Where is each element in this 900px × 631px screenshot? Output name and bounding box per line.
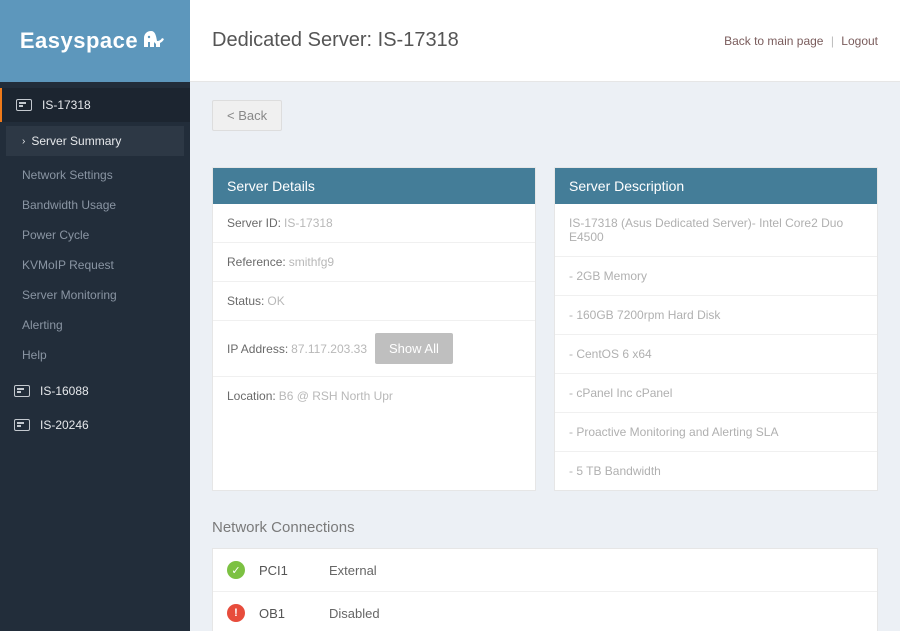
topbar: Dedicated Server: IS-17318 Back to main …	[190, 0, 900, 82]
sidebar-item-label: Server Summary	[31, 134, 121, 148]
sidebar-item-alerting[interactable]: Alerting	[0, 310, 190, 340]
detail-label: Server ID:	[227, 216, 281, 230]
description-line: - Proactive Monitoring and Alerting SLA	[555, 413, 877, 452]
sidebar-section-is-16088[interactable]: IS-16088	[0, 374, 190, 408]
detail-row: Status:OK	[213, 282, 535, 321]
sidebar-section-is-20246[interactable]: IS-20246	[0, 408, 190, 442]
detail-value: 87.117.203.33	[291, 342, 367, 356]
description-line: - 5 TB Bandwidth	[555, 452, 877, 490]
sidebar-item-label: Power Cycle	[22, 228, 89, 242]
detail-label: Reference:	[227, 255, 286, 269]
detail-row: Server ID:IS-17318	[213, 204, 535, 243]
panel-server-details: Server Details Server ID:IS-17318 Refere…	[212, 167, 536, 491]
list-row: ✓ PCI1 External	[213, 549, 877, 592]
sidebar-item-help[interactable]: Help	[0, 340, 190, 370]
panel-body: IS-17318 (Asus Dedicated Server)- Intel …	[555, 204, 877, 490]
sidebar-item-power-cycle[interactable]: Power Cycle	[0, 220, 190, 250]
separator: |	[831, 34, 834, 48]
description-line: - CentOS 6 x64	[555, 335, 877, 374]
main: Dedicated Server: IS-17318 Back to main …	[190, 0, 900, 631]
back-main-link[interactable]: Back to main page	[724, 34, 823, 48]
panel-body: Server ID:IS-17318 Reference:smithfg9 St…	[213, 204, 535, 415]
panel-title: Server Description	[555, 168, 877, 204]
panel-row: Server Details Server ID:IS-17318 Refere…	[212, 167, 878, 491]
server-icon	[14, 385, 30, 397]
list-card: ✓ PCI1 External ! OB1 Disabled	[212, 548, 878, 631]
sidebar-section-label: IS-16088	[40, 384, 89, 398]
sidebar-item-label: Bandwidth Usage	[22, 198, 116, 212]
detail-row: IP Address:87.117.203.33 Show All	[213, 321, 535, 377]
brand-name: Easyspace	[20, 28, 138, 54]
server-icon	[14, 419, 30, 431]
nic-state: External	[329, 563, 377, 578]
back-button[interactable]: < Back	[212, 100, 282, 131]
nic-state: Disabled	[329, 606, 380, 621]
content: < Back Server Details Server ID:IS-17318…	[190, 82, 900, 631]
sidebar-section-label: IS-17318	[42, 98, 91, 112]
logout-link[interactable]: Logout	[841, 34, 878, 48]
section-network-connections: Network Connections ✓ PCI1 External ! OB…	[212, 519, 878, 631]
detail-value: B6 @ RSH North Upr	[279, 389, 393, 403]
sidebar-item-server-monitoring[interactable]: Server Monitoring	[0, 280, 190, 310]
brand-bar: Easyspace	[0, 0, 190, 82]
sidebar-item-kvmoip-request[interactable]: KVMoIP Request	[0, 250, 190, 280]
alert-icon: !	[227, 604, 245, 622]
sidebar-item-server-summary[interactable]: › Server Summary	[6, 126, 184, 156]
sidebar-section-is-17318[interactable]: IS-17318	[0, 88, 190, 122]
nic-name: PCI1	[259, 563, 329, 578]
detail-value: IS-17318	[284, 216, 333, 230]
sidebar: Easyspace IS-17318 › Server Summary Netwo…	[0, 0, 190, 631]
description-line: - cPanel Inc cPanel	[555, 374, 877, 413]
sidebar-item-label: KVMoIP Request	[22, 258, 114, 272]
page-title: Dedicated Server: IS-17318	[212, 29, 459, 52]
nic-name: OB1	[259, 606, 329, 621]
brand-logo: Easyspace	[20, 28, 170, 54]
top-links: Back to main page | Logout	[724, 34, 878, 48]
detail-label: Location:	[227, 389, 276, 403]
detail-row: Location:B6 @ RSH North Upr	[213, 377, 535, 415]
description-line: - 160GB 7200rpm Hard Disk	[555, 296, 877, 335]
detail-row: Reference:smithfg9	[213, 243, 535, 282]
panel-title: Server Details	[213, 168, 535, 204]
chevron-right-icon: ›	[22, 136, 25, 147]
elephant-icon	[142, 29, 170, 53]
check-icon: ✓	[227, 561, 245, 579]
description-line: IS-17318 (Asus Dedicated Server)- Intel …	[555, 204, 877, 257]
show-all-button[interactable]: Show All	[375, 333, 453, 364]
sidebar-item-label: Server Monitoring	[22, 288, 117, 302]
nav: IS-17318 › Server Summary Network Setting…	[0, 82, 190, 442]
sidebar-item-label: Alerting	[22, 318, 63, 332]
detail-value: smithfg9	[289, 255, 334, 269]
detail-value: OK	[267, 294, 284, 308]
sidebar-item-label: Network Settings	[22, 168, 113, 182]
section-title: Network Connections	[212, 519, 878, 536]
sidebar-item-label: Help	[22, 348, 47, 362]
description-line: - 2GB Memory	[555, 257, 877, 296]
detail-label: Status:	[227, 294, 264, 308]
sidebar-section-label: IS-20246	[40, 418, 89, 432]
detail-label: IP Address:	[227, 342, 288, 356]
sidebar-item-network-settings[interactable]: Network Settings	[0, 160, 190, 190]
nav-sub: › Server Summary Network Settings Bandwid…	[0, 122, 190, 374]
list-row: ! OB1 Disabled	[213, 592, 877, 631]
sidebar-item-bandwidth-usage[interactable]: Bandwidth Usage	[0, 190, 190, 220]
panel-server-description: Server Description IS-17318 (Asus Dedica…	[554, 167, 878, 491]
server-icon	[16, 99, 32, 111]
